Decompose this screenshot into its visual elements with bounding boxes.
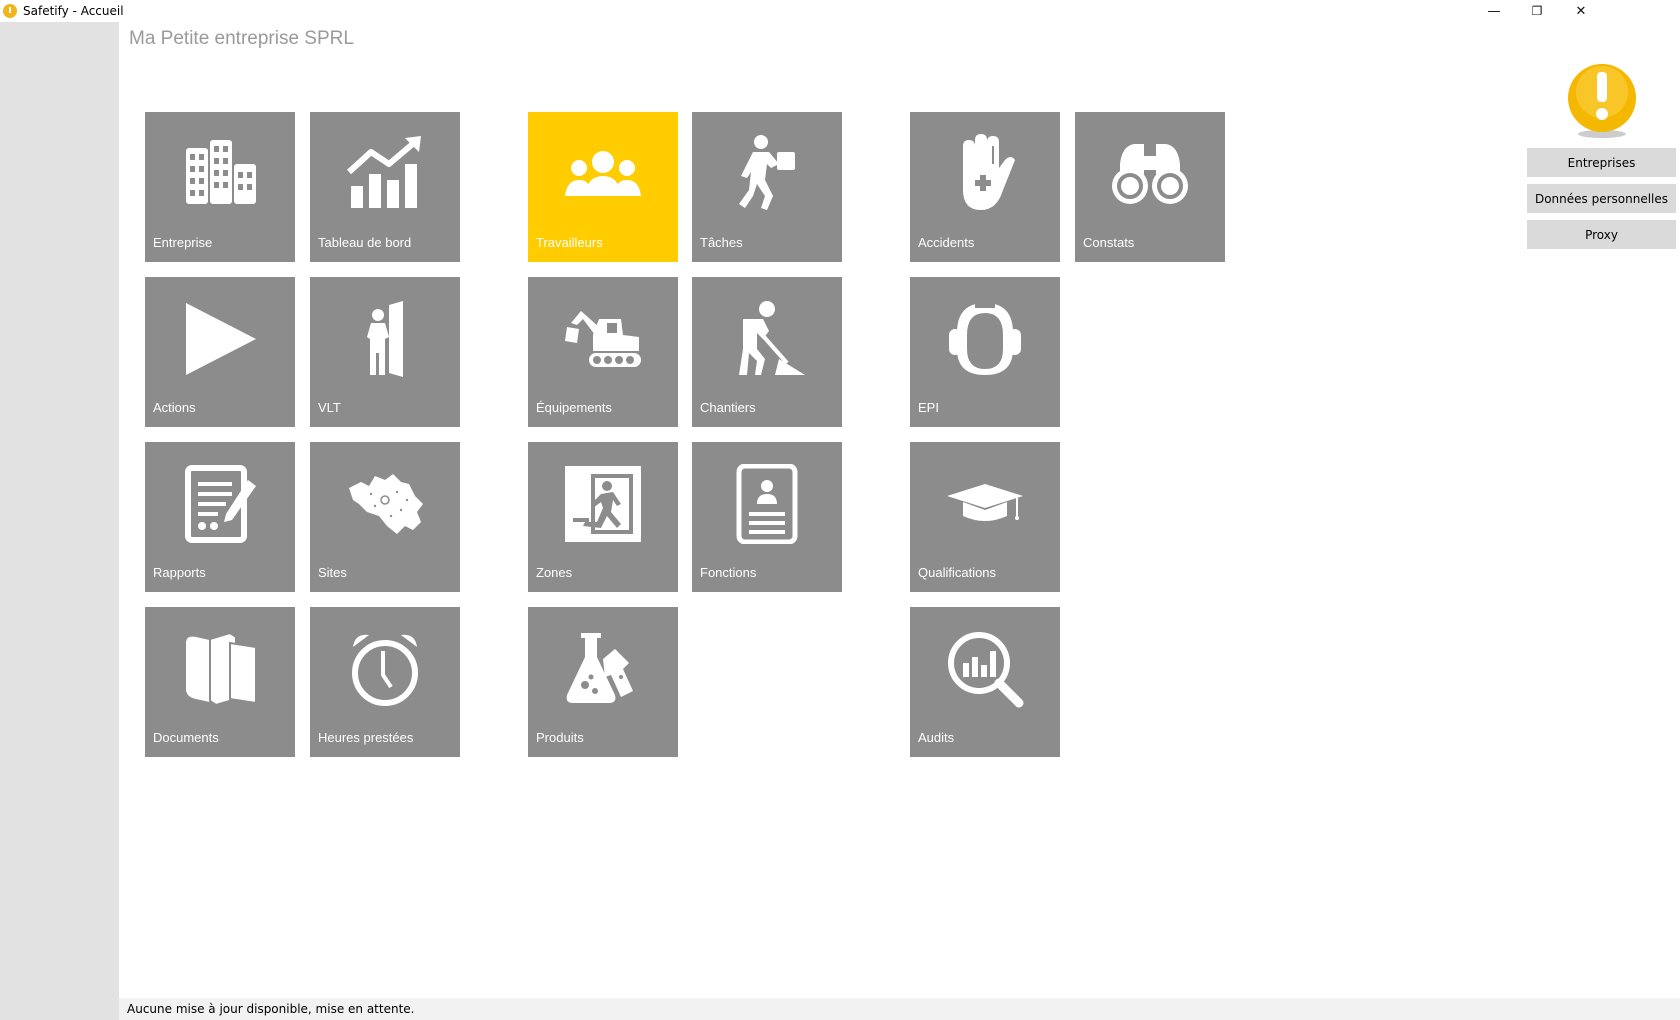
tile-label: Tâches — [700, 235, 743, 250]
tile-label: Constats — [1083, 235, 1135, 250]
tile-vlt[interactable]: VLT — [310, 277, 460, 427]
company-name: Ma Petite entreprise SPRL — [129, 28, 354, 49]
worker-carrying-icon — [739, 135, 795, 210]
tile-fonctions[interactable]: Fonctions — [692, 442, 842, 592]
tile-label: Fonctions — [700, 565, 757, 580]
tile-accidents[interactable]: Accidents — [910, 112, 1060, 262]
graduation-cap-icon — [947, 484, 1023, 521]
tile-label: Chantiers — [700, 400, 756, 415]
tile-entreprise[interactable]: Entreprise — [145, 112, 295, 262]
tile-documents[interactable]: Documents — [145, 607, 295, 757]
tile-label: Accidents — [918, 235, 975, 250]
report-icon — [185, 465, 256, 543]
tile-rapports[interactable]: Rapports — [145, 442, 295, 592]
tile-label: Entreprise — [153, 235, 213, 250]
tile-label: Travailleurs — [536, 235, 603, 250]
app-logo-icon — [3, 4, 17, 18]
binoculars-icon — [1112, 144, 1188, 204]
tile-taches[interactable]: Tâches — [692, 112, 842, 262]
tile-label: Audits — [918, 730, 955, 745]
tile-zones[interactable]: Zones — [528, 442, 678, 592]
workers-icon — [565, 151, 641, 196]
tile-label: Produits — [536, 730, 584, 745]
tile-label: Équipements — [536, 400, 612, 415]
tile-equipements[interactable]: Équipements — [528, 277, 678, 427]
tile-label: Documents — [153, 730, 219, 745]
entreprises-button[interactable]: Entreprises — [1527, 148, 1676, 177]
digging-worker-icon — [739, 301, 805, 375]
title-bar: Safetify - Accueil — ❐ ✕ — [0, 0, 1680, 22]
excavator-icon — [565, 311, 641, 367]
close-button[interactable]: ✕ — [1558, 0, 1604, 22]
tile-label: Zones — [536, 565, 573, 580]
play-icon — [186, 303, 256, 375]
tile-sites[interactable]: Sites — [310, 442, 460, 592]
chemical-flasks-icon — [566, 633, 633, 703]
window-title: Safetify - Accueil — [23, 4, 124, 18]
minimize-button[interactable]: — — [1471, 0, 1517, 22]
tile-travailleurs[interactable]: Travailleurs — [528, 112, 678, 262]
tile-chantiers[interactable]: Chantiers — [692, 277, 842, 427]
tile-produits[interactable]: Produits — [528, 607, 678, 757]
emergency-exit-icon — [565, 466, 641, 542]
tile-tableau-de-bord[interactable]: Tableau de bord — [310, 112, 460, 262]
chart-growth-icon — [346, 136, 421, 208]
tile-epi[interactable]: EPI — [910, 277, 1060, 427]
tile-label: EPI — [918, 400, 939, 415]
tile-heures-prestees[interactable]: Heures prestées — [310, 607, 460, 757]
buildings-icon — [186, 140, 256, 204]
tile-label: Tableau de bord — [318, 235, 412, 250]
books-icon — [186, 631, 257, 707]
hand-cross-icon — [963, 134, 1015, 210]
tile-label: Sites — [318, 565, 347, 580]
donnees-personnelles-button[interactable]: Données personnelles — [1527, 184, 1676, 213]
magnifier-chart-icon — [948, 632, 1024, 708]
id-card-icon — [736, 464, 798, 544]
tile-audits[interactable]: Audits — [910, 607, 1060, 757]
belgium-map-icon — [349, 474, 423, 534]
person-door-icon — [367, 301, 403, 377]
tile-label: Heures prestées — [318, 730, 414, 745]
tile-label: VLT — [318, 400, 341, 415]
ear-protection-icon — [949, 303, 1021, 375]
tile-constats[interactable]: Constats — [1075, 112, 1225, 262]
proxy-button[interactable]: Proxy — [1527, 220, 1676, 249]
tile-label: Actions — [153, 400, 196, 415]
status-bar: Aucune mise à jour disponible, mise en a… — [119, 998, 1680, 1020]
status-text: Aucune mise à jour disponible, mise en a… — [127, 1002, 415, 1016]
warning-exclamation-icon[interactable] — [1566, 62, 1638, 140]
restore-button[interactable]: ❐ — [1514, 0, 1560, 22]
alarm-clock-icon — [352, 634, 418, 706]
tile-qualifications[interactable]: Qualifications — [910, 442, 1060, 592]
sidebar — [0, 22, 119, 1020]
tile-actions[interactable]: Actions — [145, 277, 295, 427]
tile-label: Qualifications — [918, 565, 997, 580]
tile-label: Rapports — [153, 565, 206, 580]
